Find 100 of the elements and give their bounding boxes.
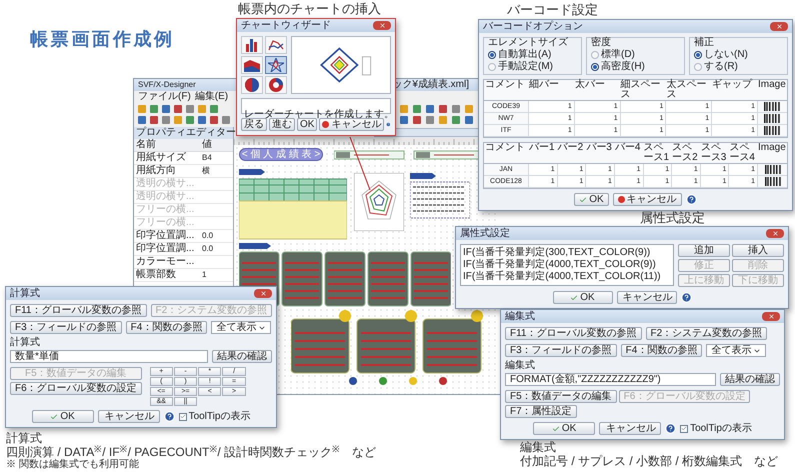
barcode-icon [764,126,780,135]
dialog-button[interactable]: F7：属性設定 [505,405,577,418]
cancel-button[interactable]: キャンセル [612,193,682,206]
cancel-button[interactable]: キャンセル [98,410,160,423]
radio-button[interactable] [694,63,702,71]
barcode-icon [764,177,780,186]
radio-button[interactable] [591,63,599,71]
stop-icon [322,121,330,128]
ok-button[interactable]: OK [533,422,596,435]
chart-type-button[interactable] [265,76,287,94]
barcode-icon [764,102,780,111]
property-name: 印字位置調... [135,244,196,254]
property-value: 0.0 [201,232,214,240]
check-icon [552,424,560,432]
close-button[interactable] [254,289,272,298]
window-title: SVF/X-Designer [138,81,196,89]
footnote: ※ 関数は編集式でも利用可能 [6,459,140,471]
checkbox[interactable] [178,412,187,420]
dialog-button[interactable]: F11：グローバル変数の参照 [10,304,146,317]
radio-button[interactable] [694,51,702,59]
cancel-button[interactable]: キャンセル [599,422,662,435]
dialog-button[interactable]: 進む [269,118,295,131]
dialog-button[interactable]: 戻る [241,118,267,131]
barcode-icon [764,114,780,123]
checkbox[interactable] [680,424,688,432]
dialog-button[interactable]: F4：関数の参照 [620,344,702,357]
formula-list[interactable]: IF(当番千発量判定(300,TEXT_COLOR(9)) IF(当番千発量判定(4000,TEXT_COLOR(9)) IF(当番千発量判定(4000,TEXT_COLOR(11)) [460,244,674,286]
property-value: 1 [201,271,208,279]
ok-button[interactable]: OK [574,193,609,206]
cancel-button[interactable]: キャンセル [319,118,384,131]
check-icon [681,425,688,432]
option-label: する(R) [704,62,738,72]
filter-dropdown[interactable]: 全て表示 [211,321,272,334]
dialog-button[interactable]: F6：グローバル変数の設定 [10,382,142,395]
filter-dropdown[interactable]: 全て表示 [706,344,766,357]
cancel-button[interactable]: キャンセル [616,291,676,304]
dialog-button[interactable]: 挿入 [732,244,784,257]
close-button[interactable] [762,312,780,321]
help-icon[interactable] [164,411,175,422]
dialog-button[interactable]: 追加 [678,244,730,257]
field-label: 計算式 [10,338,41,348]
ok-button[interactable]: OK [552,291,612,304]
dialog-button[interactable]: F2：システム変数の参照 [646,327,768,340]
check-icon [50,412,58,420]
section-caption: バーコード設定 [507,3,598,16]
dialog-button[interactable]: 結果の確認 [720,373,780,386]
dialog-button[interactable]: F5：数値データの編集 [505,390,617,403]
report-title: < 個 人 成 績 表 > [242,150,320,160]
property-value: B4 [201,154,213,162]
dialog-button[interactable]: 結果の確認 [212,350,272,363]
close-button[interactable] [770,22,788,31]
dialog-button[interactable]: F3：フィールドの参照 [10,321,122,334]
chart-type-button[interactable] [265,36,287,54]
help-icon[interactable] [665,423,676,434]
property-name: フリーの横... [135,205,196,215]
dialog-button[interactable]: OK [297,118,318,131]
help-icon[interactable] [686,194,697,205]
property-name: 用紙方向 [135,166,177,176]
option-label: しない(N) [704,50,748,60]
option-label: 高密度(H) [601,62,645,72]
dialog-button[interactable]: F11：グローバル変数の参照 [505,327,642,340]
close-icon [378,22,386,29]
panel-title: プロパティエディター [136,128,236,138]
option-label: 自動算出(A) [498,50,552,60]
close-button[interactable] [373,21,391,30]
dialog-button[interactable]: F3：フィールドの参照 [505,344,617,357]
close-icon [776,23,782,30]
help-icon[interactable] [680,292,692,303]
menu-item[interactable]: ファイル(F) [138,92,191,102]
radio-button[interactable] [488,63,496,71]
menu-item[interactable]: 編集(E) [194,92,228,102]
formula-field[interactable]: 数量*単価 [10,350,208,363]
text-note-drawing [410,173,470,219]
check-icon [579,196,588,204]
list-item[interactable]: IF(当番千発量判定(300,TEXT_COLOR(9)) [463,247,671,259]
window-title: チャートウィザード [241,20,331,30]
feature-list: 四則演算 / DATA$^{※}$/ IF$^{※}$/ PAGECOUNT$^{※}$/ 設計時関数チェック$^{※}$ など [6,445,376,459]
section-caption: 計算式 [6,432,43,445]
page-title: 帳票画面作成例 [30,28,175,51]
formula-field[interactable]: FORMAT(金額,"ZZZZZZZZZZZ9") [505,373,716,386]
list-item[interactable]: IF(当番千発量判定(4000,TEXT_COLOR(11)) [463,271,671,283]
close-button[interactable] [766,229,784,238]
group-title: 密度 [591,38,612,48]
group-title: 補正 [694,38,714,48]
chart-type-button[interactable] [241,36,263,54]
radio-button[interactable] [591,51,599,59]
section-caption: 属性式設定 [640,211,705,224]
property-value: 0.0 [201,245,214,253]
radio-button[interactable] [488,51,496,59]
chart-type-button[interactable] [241,76,263,94]
ok-button[interactable]: OK [32,410,94,423]
chart-type-button[interactable] [265,56,287,74]
list-item[interactable]: IF(当番千発量判定(4000,TEXT_COLOR(9)) [463,259,671,271]
chart-type-button[interactable] [241,56,263,74]
feature-list: 付加記号 / サプレス / 小数部 / 桁数編集式 など [520,454,778,468]
column-header: 値 [201,140,213,150]
dialog-button[interactable]: F4：関数の参照 [126,321,208,334]
line-chart-icon [268,38,284,52]
column-header: Image [756,80,787,101]
stop-icon [618,196,625,203]
